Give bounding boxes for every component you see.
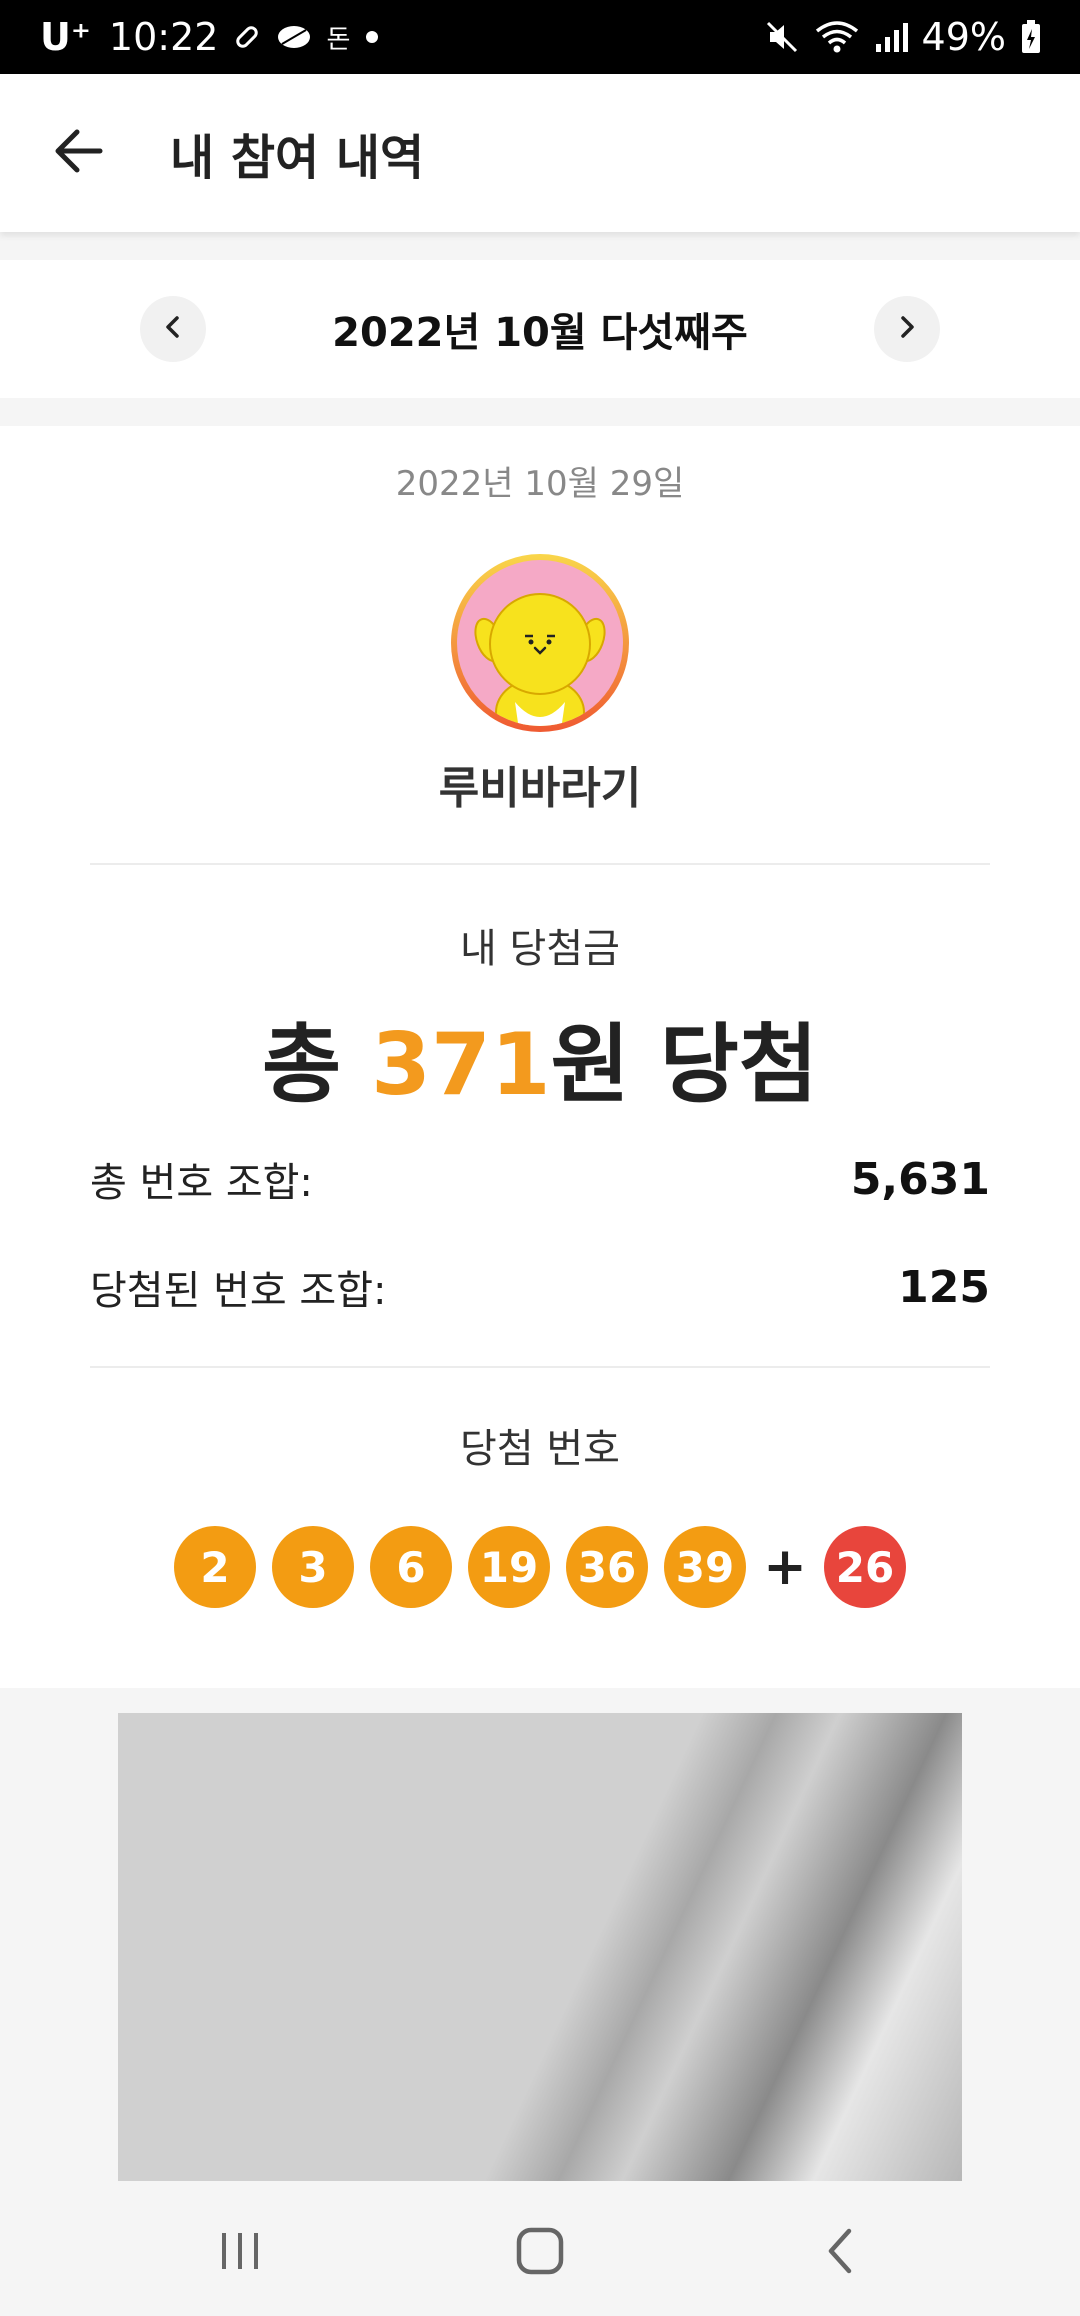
number-ball: 6 [370,1526,452,1608]
wifi-icon [814,19,860,55]
page-title: 내 참여 내역 [170,130,425,186]
recents-icon [218,2231,262,2275]
battery-icon [1020,19,1042,55]
notification-text: 돈 [326,24,351,55]
number-ball: 2 [174,1526,256,1608]
avatar [449,552,631,734]
signal-icon [874,20,908,54]
nickname: 루비바라기 [438,763,642,814]
prize-amount: 371 [371,1015,551,1115]
battery-percent: 49% [921,15,1006,59]
divider [90,863,990,865]
number-ball: 39 [664,1526,746,1608]
status-bar: U⁺ 10:22 돈 49% [0,0,1080,74]
plus-sign: + [763,1537,807,1597]
home-icon [516,2227,564,2279]
number-ball: 19 [468,1526,550,1608]
winning-combos-row: 당첨된 번호 조합: 125 [90,1258,990,1316]
total-combos-value: 5,631 [850,1153,990,1205]
winning-numbers: 2 3 6 19 36 39 + 26 [0,1526,1080,1608]
nav-back-button[interactable] [780,2193,900,2313]
mute-icon [764,19,800,55]
number-ball: 3 [272,1526,354,1608]
dot-icon [364,29,380,45]
back-button[interactable] [28,103,128,203]
divider [90,1366,990,1368]
result-card: 2022년 10월 29일 루비바라기 내 당첨금 총 371원 당첨 총 번호… [0,426,1080,1688]
nav-back-icon [825,2227,855,2279]
ad-banner[interactable] [118,1713,962,2181]
number-ball: 36 [566,1526,648,1608]
system-nav-bar [0,2190,1080,2316]
bonus-ball: 26 [824,1526,906,1608]
recents-button[interactable] [180,2193,300,2313]
winning-numbers-label: 당첨 번호 [460,1426,620,1472]
clock: 10:22 [108,15,219,59]
carrier-label: U⁺ [40,15,91,59]
winning-combos-label: 당첨된 번호 조합: [90,1268,387,1314]
home-button[interactable] [480,2193,600,2313]
chevron-right-icon [897,315,917,343]
prize-prefix: 총 [262,1015,372,1115]
leaf-icon [276,22,312,52]
next-week-button[interactable] [874,296,940,362]
week-selector: 2022년 10월 다섯째주 [0,260,1080,398]
week-label: 2022년 10월 다섯째주 [332,310,748,356]
winning-combos-value: 125 [898,1261,990,1313]
prize-suffix: 원 당첨 [550,1015,818,1115]
total-combos-label: 총 번호 조합: [90,1160,313,1206]
total-combos-row: 총 번호 조합: 5,631 [90,1150,990,1208]
prize-label: 내 당첨금 [460,926,620,972]
previous-week-button[interactable] [140,296,206,362]
draw-date: 2022년 10월 29일 [395,464,685,504]
prize-total: 총 371원 당첨 [0,994,1080,1119]
bandage-icon [232,22,262,52]
chevron-left-icon [163,315,183,343]
arrow-left-icon [53,129,103,177]
app-bar: 내 참여 내역 [0,74,1080,232]
